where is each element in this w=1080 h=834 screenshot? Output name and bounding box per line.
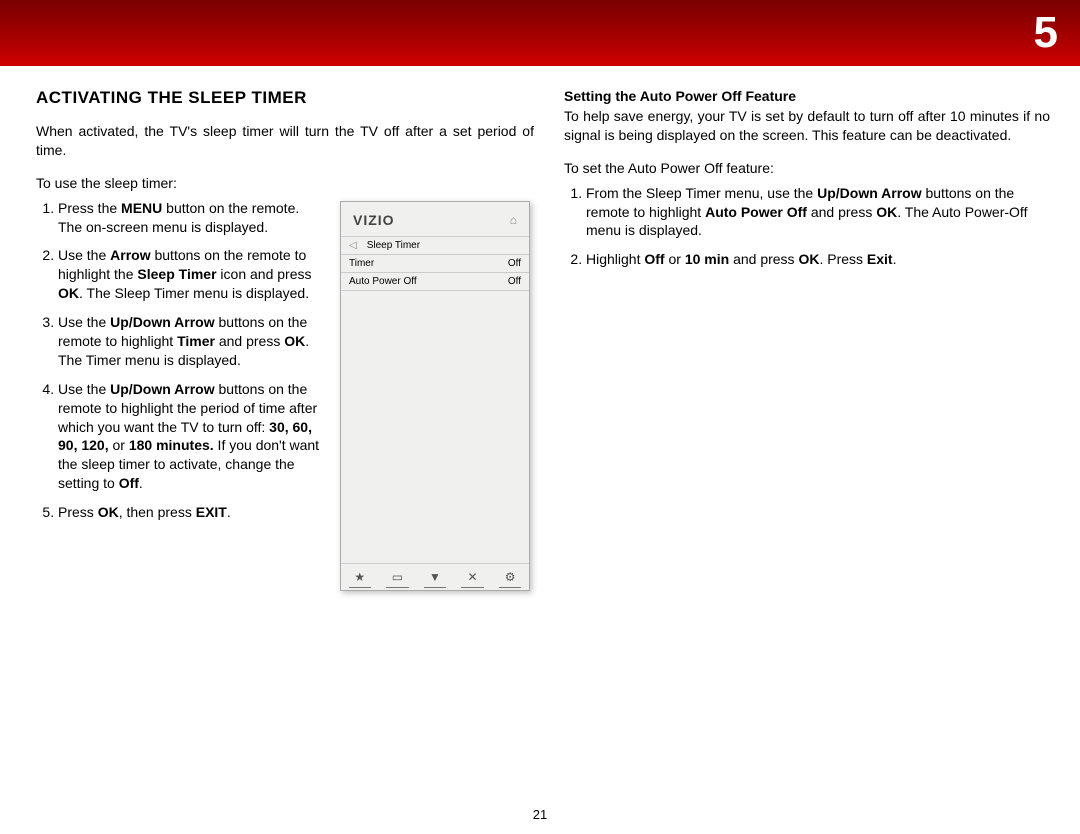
wide-icon: ▭ — [379, 570, 417, 584]
left-column: ACTIVATING THE SLEEP TIMER When activate… — [36, 88, 534, 591]
tv-footer: ★ ▭ ▼ ✕ ⚙ — [341, 563, 529, 590]
page-number: 21 — [0, 807, 1080, 822]
right-intro: To help save energy, your TV is set by d… — [564, 107, 1050, 145]
section-title: ACTIVATING THE SLEEP TIMER — [36, 88, 534, 108]
right-step-1: From the Sleep Timer menu, use the Up/Do… — [586, 184, 1050, 241]
step-3: Use the Up/Down Arrow buttons on the rem… — [58, 313, 326, 370]
home-icon: ⌂ — [510, 213, 517, 227]
star-icon: ★ — [341, 570, 379, 584]
vizio-logo: VIZIO — [353, 212, 395, 228]
step-2: Use the Arrow buttons on the remote to h… — [58, 246, 326, 303]
close-icon: ✕ — [454, 570, 492, 584]
step-1: Press the MENU button on the remote. The… — [58, 199, 326, 237]
tv-menu-title: Sleep Timer — [367, 240, 420, 251]
page-content: ACTIVATING THE SLEEP TIMER When activate… — [0, 66, 1080, 591]
right-lead: To set the Auto Power Off feature: — [564, 159, 1050, 178]
tv-row-auto-power: Auto Power Off Off — [341, 273, 529, 291]
right-steps: From the Sleep Timer menu, use the Up/Do… — [564, 184, 1050, 270]
back-arrow-icon: ◁ — [349, 240, 357, 251]
gear-icon: ⚙ — [491, 570, 529, 584]
tv-menu-title-row: ◁ Sleep Timer — [341, 236, 529, 255]
steps-list: Press the MENU button on the remote. The… — [36, 199, 326, 522]
right-column: Setting the Auto Power Off Feature To he… — [564, 88, 1050, 591]
lead-text: To use the sleep timer: — [36, 174, 534, 193]
step-5: Press OK, then press EXIT. — [58, 503, 326, 522]
sub-heading: Setting the Auto Power Off Feature — [564, 88, 1050, 104]
v-icon: ▼ — [416, 570, 454, 584]
header-bar: 5 — [0, 0, 1080, 66]
right-step-2: Highlight Off or 10 min and press OK. Pr… — [586, 250, 1050, 269]
tv-menu-screenshot: VIZIO ⌂ ◁ Sleep Timer Timer Off Auto Pow… — [340, 201, 530, 591]
chapter-number: 5 — [1034, 8, 1058, 58]
step-4: Use the Up/Down Arrow buttons on the rem… — [58, 380, 326, 493]
intro-para: When activated, the TV's sleep timer wil… — [36, 122, 534, 160]
tv-row-timer: Timer Off — [341, 255, 529, 273]
